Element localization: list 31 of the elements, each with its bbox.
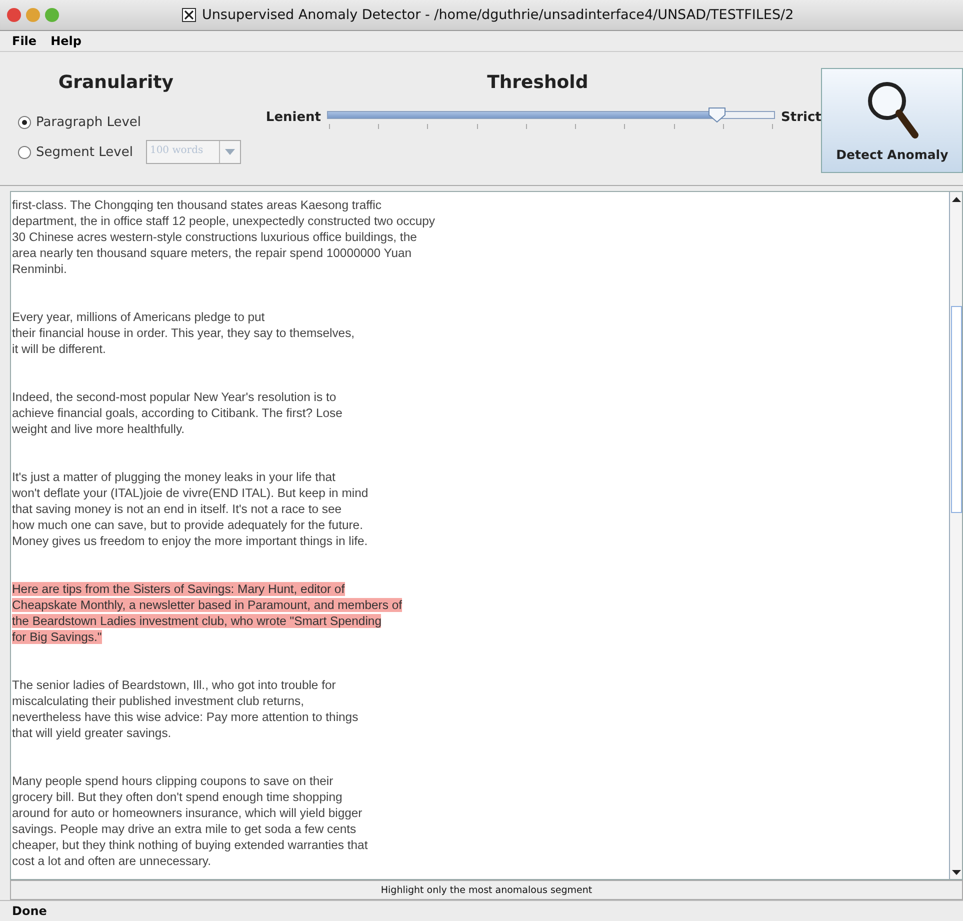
menu-item[interactable]: Help [50,34,82,48]
close-button[interactable] [7,8,21,22]
dropdown-arrow-icon [224,149,235,155]
hint-text: Highlight only the most anomalous segment [380,884,592,896]
radio-label[interactable]: Paragraph Level [36,114,142,130]
scrollbar[interactable] [949,192,962,879]
minimize-button[interactable] [26,8,40,22]
status-text: Done [12,904,47,918]
paragraph: Here are tips from the Sisters of Savings: Mary Hunt, editor of Cheapskate Monthly, a newsletter based in Paramount, and members of the Beardstown Ladies investment club, who wrote "Smart Spending for Big Savings." [12,581,403,645]
radio-button[interactable] [18,116,31,128]
zoom-button[interactable] [45,8,59,22]
radio-label[interactable]: Segment Level [36,144,133,160]
paragraph: It's just a matter of plugging the money leaks in your life that won't deflate your (ITAL)joie de vivre(END ITAL). But keep in mind that saving money is not an end in itself. It's not a race to see how much one can save, but to provide adequately for the future. Money gives us freedom to enjoy the more important things in life. [12,469,370,549]
detect-anomaly-button[interactable]: Detect Anomaly [821,68,963,173]
paragraph: first-class. The Chongqing ten thousand states areas Kaesong traffic department, the in office staff 12 people, unexpectedly constructed two occupy 30 Chinese acres western-style constructions luxurious office buildings, the area nearly ten thousand square meters, the repair spend 10000000 Yuan Renminbi. [12,197,436,277]
window-title: Unsupervised Anomaly Detector - /home/dguthrie/unsadinterface4/UNSAD/TESTFILES/2 [202,7,794,23]
slider-thumb[interactable] [708,107,726,123]
radio-button[interactable] [18,146,31,158]
paragraph: The senior ladies of Beardstown, Ill., who got into trouble for miscalculating their published investment club returns, nevertheless have this wise advice: Pay more attention to things that will yield greater savings. [12,677,360,741]
magnifier-icon [865,79,920,141]
paragraph: Many people spend hours clipping coupons to save on their grocery bill. But they often don't spend enough time shopping around for auto or homeowners insurance, which will yield bigger savings. People may drive an extra mile to get soda a few cents cheaper, but they think nothing of buying extended warranties that cost a lot and often are unnecessary. [12,773,369,869]
section-heading: Granularity [57,72,175,93]
section-heading: Threshold [486,72,590,93]
threshold-slider[interactable] [327,107,776,123]
scroll-thumb[interactable] [951,306,962,513]
menu-item[interactable]: File [12,34,37,48]
paragraph: Every year, millions of Americans pledge to put their financial house in order. This year, they say to themselves, it will be different. [12,309,356,357]
x-icon [182,8,196,22]
slider-label: Strict [781,110,822,125]
paragraph: Indeed, the second-most popular New Year's resolution is to achieve financial goals, according to Citibank. The first? Lose weight and live more healthfully. [12,389,344,437]
slider-label: Lenient [266,110,322,125]
